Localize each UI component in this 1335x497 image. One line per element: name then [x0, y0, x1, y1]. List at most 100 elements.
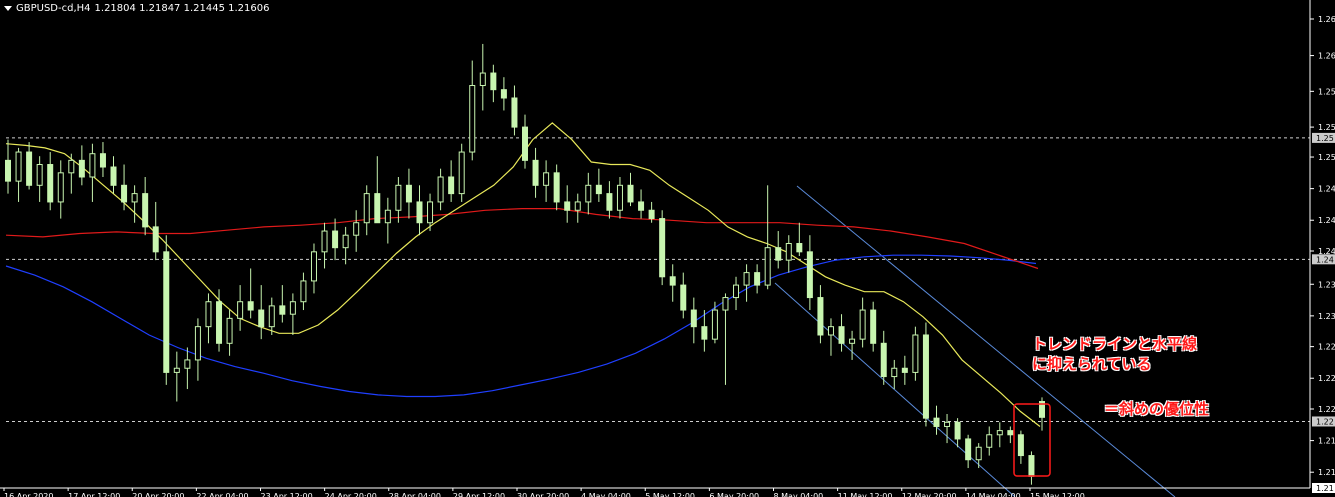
price-tick-label: 1.22 [1318, 405, 1335, 414]
time-tick-label: 11 May 12:00 [838, 492, 893, 497]
candle-body [796, 243, 803, 253]
candle-body [733, 284, 740, 299]
time-tick-label: 12 May 20:00 [902, 492, 957, 497]
candle-body [131, 193, 138, 203]
candle-body [669, 276, 676, 286]
candle-body [743, 272, 750, 286]
price-tick-label: 1.21 [1318, 437, 1335, 446]
price-tick-label: 1.21 [1318, 468, 1335, 477]
candle-body [258, 309, 265, 328]
dropdown-triangle-icon[interactable] [4, 6, 12, 11]
price-tick-label: 1.24 [1318, 185, 1335, 194]
candle-body [237, 301, 244, 319]
annotation-line-1: トレンドラインと水平線 [1032, 335, 1198, 353]
candle-body [627, 184, 634, 203]
price-tick-label: 1.26 [1318, 52, 1335, 61]
candle-body [226, 317, 233, 344]
ohlc-values: 1.21804 1.21847 1.21445 1.21606 [94, 3, 270, 14]
annotation-line-3: ＝斜めの優位性 [1104, 400, 1210, 418]
candle-body [384, 209, 391, 224]
candle-body [764, 247, 771, 286]
candle-body [99, 153, 106, 168]
candle-body [247, 301, 254, 311]
candle-body [922, 334, 929, 419]
candle-body [184, 359, 191, 369]
time-tick-label: 29 Apr 12:00 [453, 492, 505, 497]
price-tick-label: 1.22 [1318, 343, 1335, 352]
candle-body [26, 151, 33, 186]
candle-body [975, 446, 982, 461]
candle-body [5, 159, 11, 182]
candle-body [332, 230, 339, 249]
candle-body [933, 417, 940, 427]
candle-body [901, 367, 908, 373]
candle-body [89, 153, 96, 178]
time-tick-label: 5 May 12:00 [645, 492, 695, 497]
candle-body [616, 184, 623, 211]
candle-body [638, 201, 645, 211]
candle-body [205, 301, 212, 328]
price-tick-label: 1.24 [1318, 216, 1335, 225]
price-tick-label: 1.25 [1318, 153, 1335, 162]
candle-body [827, 326, 834, 336]
price-tick-label: 1.26 [1318, 15, 1335, 24]
candle-body [817, 297, 824, 336]
level-price-label: 1.25 [1316, 134, 1334, 143]
candle-body [511, 97, 518, 128]
candle-body [500, 89, 507, 99]
candle-body [469, 85, 476, 153]
candle-body [152, 226, 159, 253]
candle-body [553, 172, 560, 203]
candle-body [321, 230, 328, 253]
candle-body [68, 159, 75, 174]
candle-body [342, 234, 349, 249]
candle-body [110, 166, 117, 186]
price-tick-label: 1.23 [1318, 280, 1335, 289]
candle-body [78, 159, 85, 178]
candle-body [15, 151, 22, 182]
candle-body [775, 247, 782, 261]
candle-body [405, 184, 412, 203]
price-tick-label: 1.25 [1318, 123, 1335, 132]
time-tick-label: 4 May 04:00 [581, 492, 631, 497]
time-tick-label: 22 Apr 04:00 [196, 492, 248, 497]
candle-body [173, 367, 180, 373]
candle-body [479, 72, 486, 87]
time-tick-label: 20 Apr 20:00 [132, 492, 184, 497]
candle-body [785, 243, 792, 261]
chart-header[interactable]: GBPUSD-cd,H4 1.21804 1.21847 1.21445 1.2… [4, 3, 269, 14]
candle-body [680, 284, 687, 311]
candle-body [690, 309, 697, 328]
candle-body [585, 184, 592, 203]
time-tick-label: 17 Apr 12:00 [68, 492, 120, 497]
candle-body [954, 421, 961, 440]
candle-body [944, 421, 951, 427]
candle-body [891, 367, 898, 378]
candle-body [806, 251, 813, 299]
chart-background [0, 0, 1335, 497]
candle-body [416, 201, 423, 224]
time-tick-label: 30 Apr 20:00 [517, 492, 569, 497]
symbol-label: GBPUSD-cd,H4 [16, 3, 91, 14]
time-tick-label: 23 Apr 12:00 [261, 492, 313, 497]
candle-body [374, 193, 381, 224]
candle-body [216, 301, 223, 344]
candle-body [648, 209, 655, 220]
level-price-label: 1.22 [1316, 417, 1334, 426]
candle-body [701, 326, 708, 340]
time-tick-label: 6 May 20:00 [709, 492, 759, 497]
candle-body [353, 222, 360, 236]
price-tick-label: 1.25 [1318, 87, 1335, 96]
price-chart[interactable]: 1.26 1.26 1.25 1.25 1.25 1.24 1.24 1.24 1.23 1.23… [0, 0, 1335, 497]
candle-body [363, 193, 370, 224]
candle-body [606, 193, 613, 211]
candle-body [870, 309, 877, 344]
candle-body [194, 326, 201, 361]
candle-body [859, 309, 866, 340]
candle-body [965, 438, 972, 461]
candle-body [849, 338, 856, 344]
candle-body [996, 430, 1003, 436]
candle-body [1007, 430, 1014, 436]
candle-body [1028, 455, 1035, 477]
candle-body [912, 334, 919, 373]
